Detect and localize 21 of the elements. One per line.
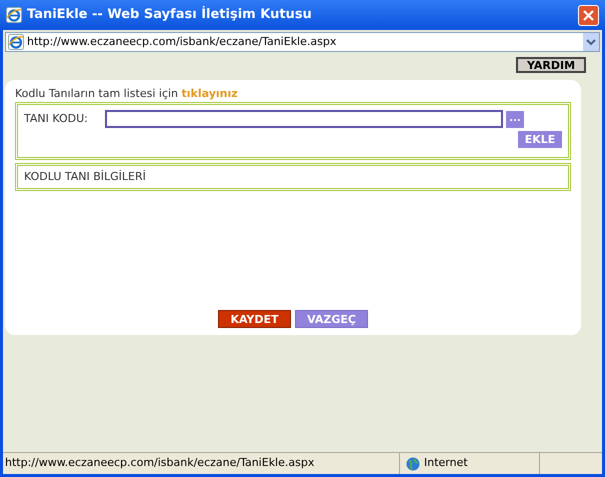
close-icon bbox=[583, 10, 594, 20]
info-title: KODLU TANI BİLGİLERİ bbox=[24, 168, 146, 185]
add-button[interactable]: EKLE bbox=[518, 131, 562, 148]
close-button[interactable] bbox=[578, 4, 599, 26]
code-label: TANI KODU: bbox=[24, 110, 89, 127]
address-url: http://www.eczaneecp.com/isbank/eczane/TaniEkle.aspx bbox=[27, 34, 338, 50]
list-link[interactable]: tıklayınız bbox=[182, 87, 238, 100]
help-button[interactable]: YARDIM bbox=[516, 57, 586, 73]
code-input[interactable] bbox=[105, 110, 503, 128]
globe-icon bbox=[406, 456, 420, 470]
save-button[interactable]: KAYDET bbox=[218, 310, 291, 328]
cancel-button[interactable]: VAZGEÇ bbox=[295, 310, 368, 328]
dropdown-icon[interactable] bbox=[583, 33, 599, 51]
zone-label: Internet bbox=[424, 455, 468, 472]
window-title: TaniEkle -- Web Sayfası İletişim Kutusu bbox=[27, 5, 313, 24]
browse-button[interactable]: ... bbox=[506, 110, 524, 128]
address-bar[interactable]: http://www.eczaneecp.com/isbank/eczane/TaniEkle.aspx bbox=[5, 32, 600, 52]
browser-icon bbox=[8, 34, 24, 50]
status-url: http://www.eczaneecp.com/isbank/eczane/TaniEkle.aspx bbox=[4, 455, 316, 472]
intro-text: Kodlu Tanıların tam listesi için tıklayınız bbox=[15, 87, 239, 101]
browser-icon bbox=[6, 7, 22, 23]
